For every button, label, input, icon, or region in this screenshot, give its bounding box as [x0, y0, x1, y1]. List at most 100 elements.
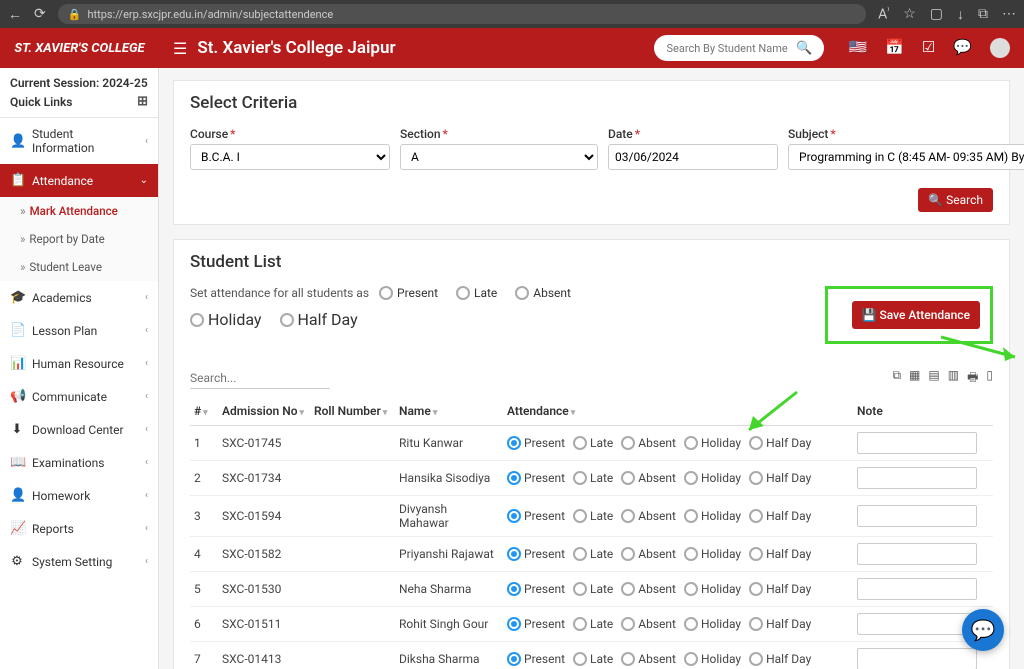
submenu-student-leave[interactable]: Student Leave — [0, 253, 158, 281]
columns-icon[interactable]: ▯ — [986, 368, 993, 389]
att-absent[interactable]: Absent — [621, 617, 676, 631]
submenu-report-by-date[interactable]: Report by Date — [0, 225, 158, 253]
sidebar-item-human-resource[interactable]: 📊Human Resource‹ — [0, 347, 158, 380]
flag-icon[interactable]: 🇺🇸 — [848, 38, 867, 58]
search-button[interactable]: 🔍 Search — [918, 188, 993, 212]
back-icon[interactable]: ← — [8, 6, 22, 23]
read-icon[interactable]: A⁾ — [878, 6, 889, 23]
att-absent[interactable]: Absent — [621, 509, 676, 523]
att-late[interactable]: Late — [573, 436, 613, 450]
col-roll[interactable]: Roll Number▾ — [310, 397, 395, 426]
course-select[interactable]: B.C.A. I — [190, 144, 390, 170]
sidebar-item-lesson-plan[interactable]: 📄Lesson Plan‹ — [0, 314, 158, 347]
subject-select[interactable]: Programming in C (8:45 AM- 09:35 AM) By … — [788, 144, 1024, 170]
sidebar-item-attendance[interactable]: 📋Attendance⌄ — [0, 164, 158, 197]
favorite-icon[interactable]: ☆ — [903, 6, 916, 23]
bulk-present[interactable]: Present — [379, 286, 438, 300]
search-icon[interactable]: 🔍 — [796, 41, 812, 56]
grid-icon[interactable]: ⊞ — [137, 94, 148, 109]
collections-icon[interactable]: ▢ — [930, 6, 943, 23]
att-holiday[interactable]: Holiday — [684, 617, 741, 631]
user-avatar-icon[interactable] — [990, 38, 1010, 58]
section-select[interactable]: A — [400, 144, 598, 170]
print-icon[interactable]: 🖶 — [967, 368, 978, 389]
sidebar-item-homework[interactable]: 👤Homework‹ — [0, 479, 158, 512]
att-late[interactable]: Late — [573, 509, 613, 523]
screenshot-icon[interactable]: ⧉ — [978, 6, 988, 23]
sidebar-item-reports[interactable]: 📈Reports‹ — [0, 512, 158, 545]
att-holiday[interactable]: Holiday — [684, 582, 741, 596]
excel-icon[interactable]: ▦ — [909, 368, 920, 389]
att-present[interactable]: Present — [507, 509, 565, 523]
att-present[interactable]: Present — [507, 652, 565, 666]
sidebar-item-examinations[interactable]: 📖Examinations‹ — [0, 446, 158, 479]
att-absent[interactable]: Absent — [621, 547, 676, 561]
csv-icon[interactable]: ▤ — [928, 368, 939, 389]
note-input[interactable] — [857, 467, 977, 489]
att-present[interactable]: Present — [507, 471, 565, 485]
note-input[interactable] — [857, 505, 977, 527]
col-admission[interactable]: Admission No▾ — [218, 397, 310, 426]
att-absent[interactable]: Absent — [621, 436, 676, 450]
att-holiday[interactable]: Holiday — [684, 509, 741, 523]
save-attendance-button[interactable]: 💾 Save Attendance — [852, 301, 980, 329]
att-late[interactable]: Late — [573, 582, 613, 596]
bulk-halfday[interactable]: Half Day — [280, 310, 358, 329]
att-holiday[interactable]: Holiday — [684, 471, 741, 485]
student-search[interactable]: 🔍 — [654, 35, 824, 61]
url-bar[interactable]: 🔒 https://erp.sxcjpr.edu.in/admin/subjec… — [58, 4, 866, 24]
downloads-icon[interactable]: ↓ — [957, 6, 964, 23]
att-present[interactable]: Present — [507, 617, 565, 631]
hamburger-icon[interactable]: ☰ — [173, 39, 187, 58]
att-halfday[interactable]: Half Day — [749, 652, 811, 666]
chat-bubble-icon[interactable]: 💬 — [962, 609, 1004, 651]
note-input[interactable] — [857, 613, 977, 635]
col-num[interactable]: #▾ — [190, 397, 218, 426]
att-present[interactable]: Present — [507, 436, 565, 450]
sidebar-item-system-setting[interactable]: ⚙System Setting‹ — [0, 545, 158, 578]
att-halfday[interactable]: Half Day — [749, 547, 811, 561]
pdf-icon[interactable]: ▥ — [948, 368, 959, 389]
note-input[interactable] — [857, 432, 977, 454]
att-present[interactable]: Present — [507, 547, 565, 561]
bulk-absent[interactable]: Absent — [515, 286, 571, 300]
calendar-icon[interactable]: 📅 — [885, 38, 904, 58]
sidebar-item-communicate[interactable]: 📢Communicate‹ — [0, 380, 158, 413]
att-late[interactable]: Late — [573, 547, 613, 561]
att-absent[interactable]: Absent — [621, 652, 676, 666]
cell-name: Neha Sharma — [395, 572, 503, 607]
att-holiday[interactable]: Holiday — [684, 547, 741, 561]
att-present[interactable]: Present — [507, 582, 565, 596]
sidebar-item-download-center[interactable]: ⬇Download Center‹ — [0, 413, 158, 446]
more-icon[interactable]: ⋯ — [1002, 6, 1016, 23]
note-input[interactable] — [857, 543, 977, 565]
date-input[interactable] — [608, 144, 778, 170]
att-halfday[interactable]: Half Day — [749, 617, 811, 631]
att-late[interactable]: Late — [573, 652, 613, 666]
att-absent[interactable]: Absent — [621, 582, 676, 596]
att-halfday[interactable]: Half Day — [749, 509, 811, 523]
sidebar-item-student-information[interactable]: 👤Student Information‹ — [0, 118, 158, 164]
att-absent[interactable]: Absent — [621, 471, 676, 485]
att-halfday[interactable]: Half Day — [749, 471, 811, 485]
att-holiday[interactable]: Holiday — [684, 436, 741, 450]
att-halfday[interactable]: Half Day — [749, 582, 811, 596]
note-input[interactable] — [857, 648, 977, 669]
att-holiday[interactable]: Holiday — [684, 652, 741, 666]
task-icon[interactable]: ☑ — [922, 38, 935, 58]
student-search-input[interactable] — [666, 42, 796, 55]
submenu-mark-attendance[interactable]: Mark Attendance — [0, 197, 158, 225]
col-attendance[interactable]: Attendance▾ — [503, 397, 853, 426]
att-halfday[interactable]: Half Day — [749, 436, 811, 450]
bulk-late[interactable]: Late — [456, 286, 497, 300]
refresh-icon[interactable]: ⟳ — [34, 6, 46, 22]
att-late[interactable]: Late — [573, 471, 613, 485]
bulk-holiday[interactable]: Holiday — [190, 310, 262, 329]
att-late[interactable]: Late — [573, 617, 613, 631]
table-search-input[interactable] — [190, 368, 330, 389]
whatsapp-icon[interactable]: 💬 — [953, 38, 972, 58]
note-input[interactable] — [857, 578, 977, 600]
copy-icon[interactable]: ⧉ — [892, 368, 901, 389]
col-name[interactable]: Name▾ — [395, 397, 503, 426]
sidebar-item-academics[interactable]: 🎓Academics‹ — [0, 281, 158, 314]
